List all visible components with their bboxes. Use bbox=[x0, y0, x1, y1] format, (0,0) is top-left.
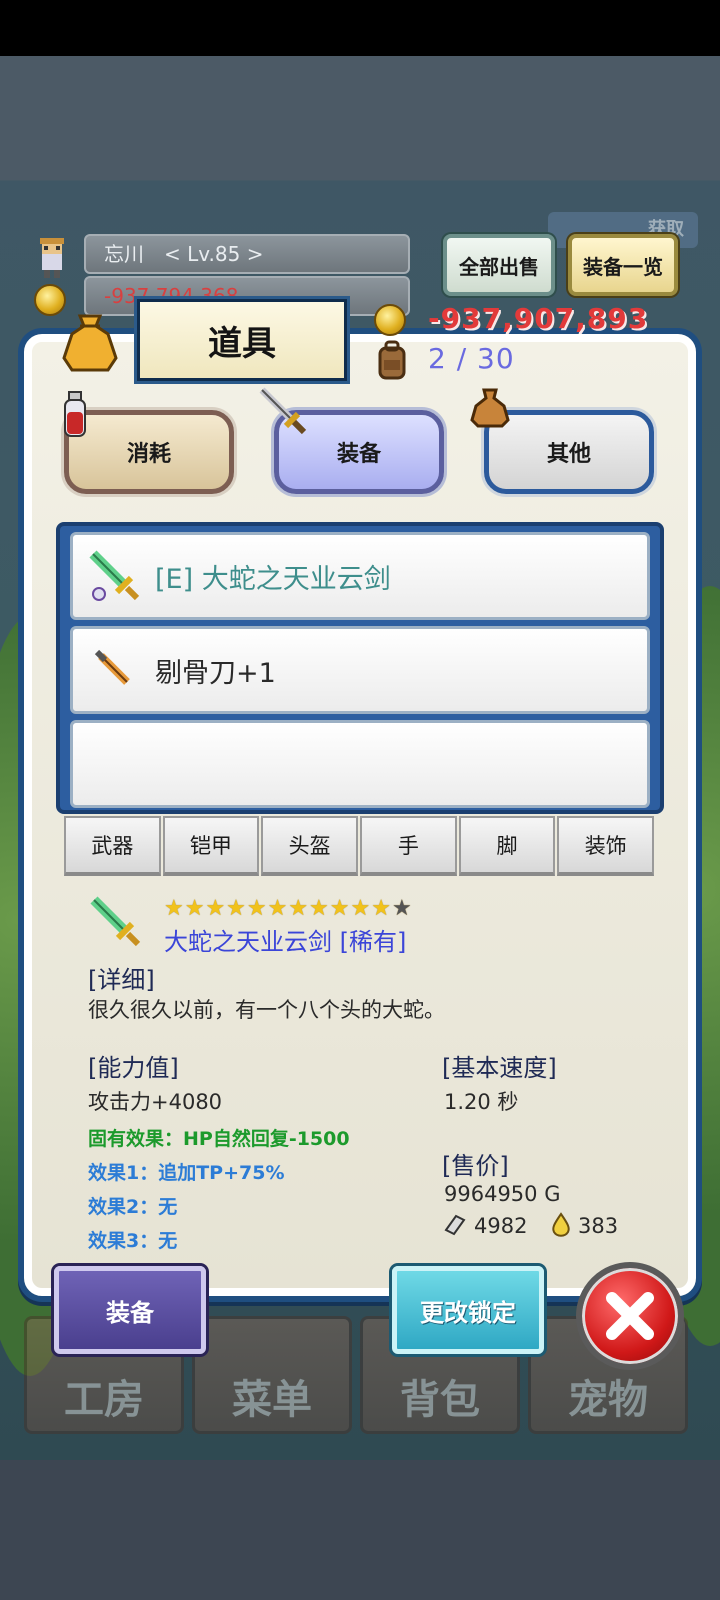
material-drop-count: 383 bbox=[578, 1214, 619, 1238]
speed-heading: [基本速度] bbox=[442, 1054, 557, 1082]
rarity-stars-filled: ★★★★★★★★★★★ bbox=[164, 896, 392, 921]
drop-icon bbox=[552, 1212, 570, 1237]
inventory-capacity: 2 / 30 bbox=[428, 342, 515, 375]
close-button[interactable] bbox=[576, 1262, 684, 1370]
item-row[interactable]: 剔骨刀+1 bbox=[70, 626, 650, 714]
panel-title: 道具 bbox=[134, 296, 350, 384]
close-icon bbox=[606, 1292, 654, 1340]
effect-1: 效果1：追加TP+75% bbox=[88, 1162, 285, 1184]
slot-tab-helmet[interactable]: 头盔 bbox=[261, 816, 359, 876]
nav-menu-label: 菜单 bbox=[232, 1377, 312, 1423]
slot-tab-weapon[interactable]: 武器 bbox=[64, 816, 161, 876]
nav-menu[interactable]: 菜单 bbox=[192, 1316, 352, 1434]
category-equip-label: 装备 bbox=[336, 442, 381, 467]
detail-green-sword-icon bbox=[90, 896, 141, 947]
item-description: 很久很久以前，有一个八个头的大蛇。 bbox=[88, 998, 445, 1022]
equipment-slot-tabs: 武器 铠甲 头盔 手 脚 装饰 bbox=[64, 816, 656, 876]
equip-button[interactable]: 装备 bbox=[54, 1266, 206, 1354]
material-ingot-count: 4982 bbox=[474, 1214, 528, 1238]
detail-item-name: 大蛇之天业云剑 [稀有] bbox=[164, 928, 407, 956]
item-label: [E] 大蛇之天业云剑 bbox=[155, 563, 391, 595]
price-value: 9964950 G bbox=[444, 1182, 561, 1206]
change-lock-button[interactable]: 更改锁定 bbox=[392, 1266, 544, 1354]
detail-heading: [详细] bbox=[88, 966, 155, 994]
category-consume-label: 消耗 bbox=[126, 442, 171, 467]
potion-icon bbox=[64, 391, 86, 437]
nav-pet-label: 宠物 bbox=[568, 1377, 648, 1423]
price-heading: [售价] bbox=[442, 1152, 509, 1180]
rarity-stars: ★★★★★★★★★★★★ bbox=[164, 896, 413, 921]
effect-2: 效果2：无 bbox=[88, 1196, 178, 1218]
gold-coin-icon bbox=[374, 304, 406, 336]
rarity-star-empty: ★ bbox=[391, 896, 413, 921]
player-avatar-icon bbox=[40, 238, 64, 278]
knife-icon bbox=[94, 649, 130, 685]
nav-workshop-label: 工房 bbox=[64, 1377, 144, 1423]
pouch-icon bbox=[470, 388, 510, 428]
ability-heading: [能力值] bbox=[88, 1054, 179, 1082]
sword-icon bbox=[259, 387, 307, 435]
sell-all-button[interactable]: 全部出售 bbox=[443, 234, 555, 296]
slot-tab-accessory[interactable]: 装饰 bbox=[557, 816, 655, 876]
green-sword-icon bbox=[89, 550, 140, 601]
iron-ingot-icon bbox=[444, 1214, 466, 1236]
category-other-label: 其他 bbox=[546, 442, 591, 467]
status-bar bbox=[0, 0, 720, 56]
bag-icon bbox=[62, 314, 118, 372]
inherent-effect: 固有效果：HP自然回复-1500 bbox=[88, 1128, 350, 1150]
slot-tab-foot[interactable]: 脚 bbox=[458, 816, 556, 876]
gold-amount: -937,907,893 bbox=[428, 302, 649, 335]
item-row-empty[interactable] bbox=[70, 720, 650, 808]
player-name-bar: 忘川 < Lv.85 > bbox=[84, 234, 410, 274]
item-list: [E] 大蛇之天业云剑 剔骨刀+1 bbox=[56, 522, 664, 814]
bottom-area bbox=[0, 1460, 720, 1600]
item-row-selected[interactable]: [E] 大蛇之天业云剑 bbox=[70, 532, 650, 620]
nav-backpack-label: 背包 bbox=[400, 1377, 480, 1423]
attack-value: 攻击力+4080 bbox=[88, 1090, 223, 1114]
speed-value: 1.20 秒 bbox=[444, 1090, 519, 1114]
item-label: 剔骨刀+1 bbox=[155, 657, 276, 689]
equip-list-button[interactable]: 装备一览 bbox=[568, 234, 678, 296]
slot-tab-hand[interactable]: 手 bbox=[360, 816, 457, 876]
slot-tab-armor[interactable]: 铠甲 bbox=[162, 816, 260, 876]
backpack-icon bbox=[378, 340, 406, 380]
effect-3: 效果3：无 bbox=[88, 1230, 178, 1252]
